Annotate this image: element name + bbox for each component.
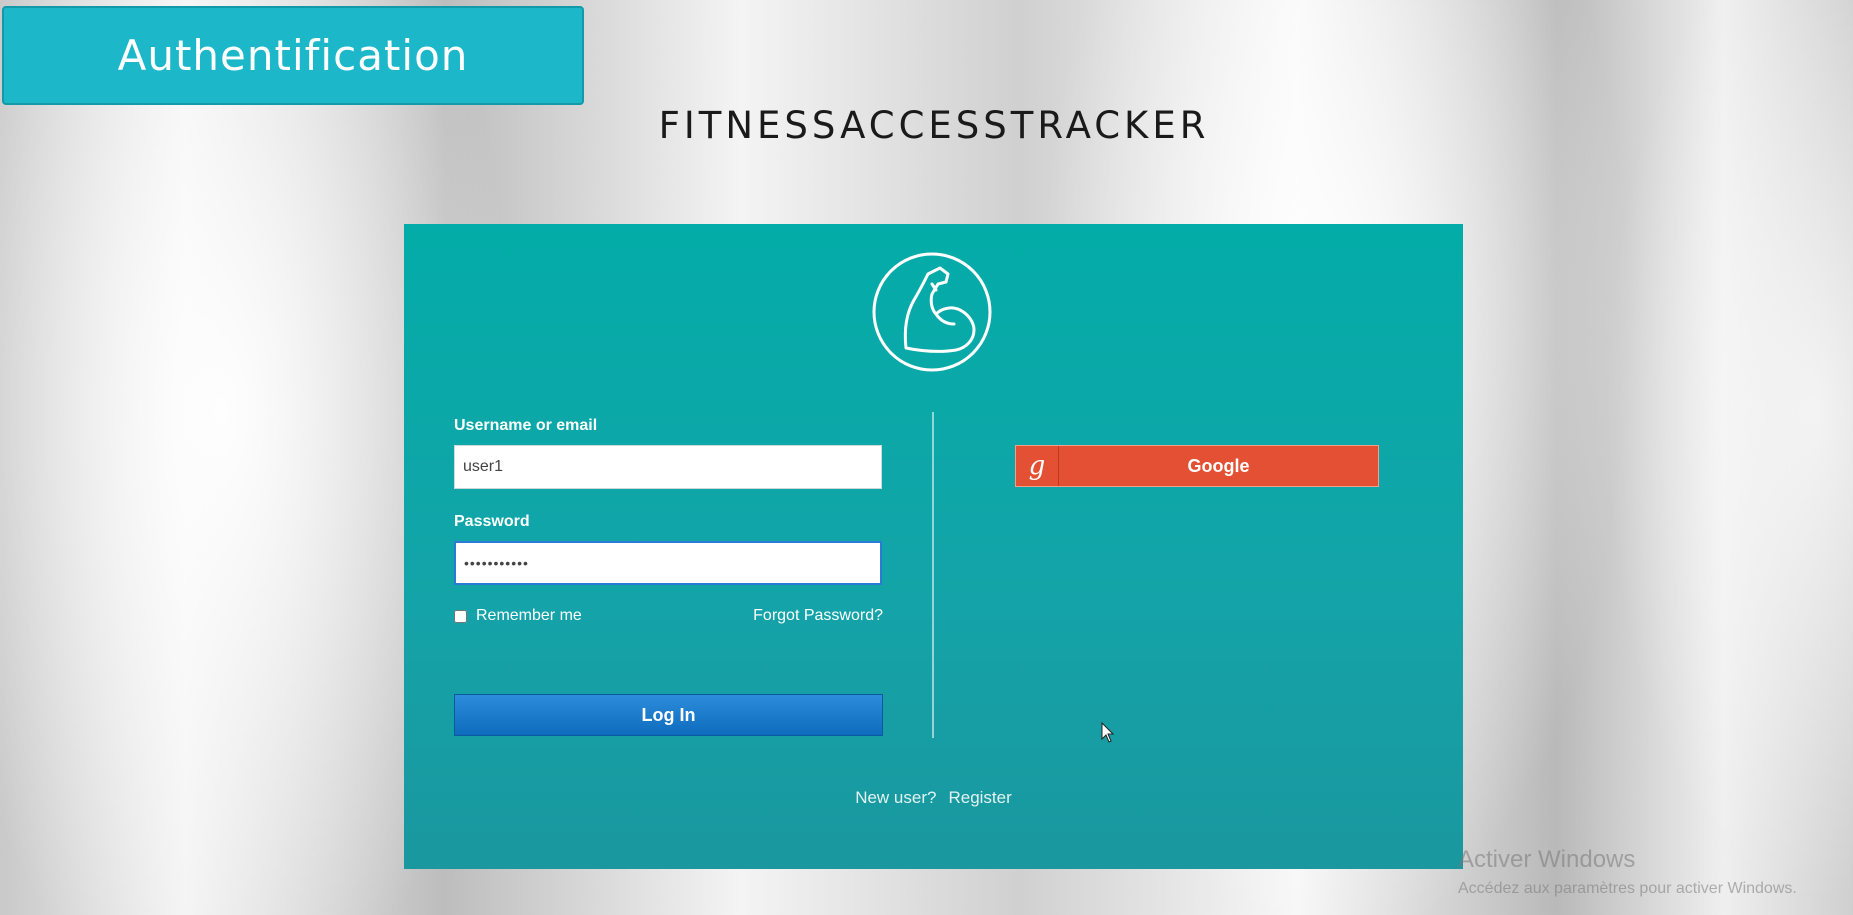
google-login-button[interactable]: g Google (1015, 445, 1379, 487)
watermark-title: Activer Windows (1458, 846, 1636, 873)
password-input[interactable] (454, 541, 882, 585)
password-label: Password (454, 513, 530, 530)
new-user-text: New user? (855, 788, 937, 807)
windows-activation-watermark: Activer Windows Accédez aux paramètres p… (1458, 846, 1797, 898)
vertical-divider (932, 412, 934, 738)
username-input[interactable] (454, 445, 882, 489)
flexed-arm-icon (872, 252, 992, 372)
google-icon: g (1016, 446, 1059, 486)
forgot-password-link[interactable]: Forgot Password? (749, 607, 883, 625)
remember-me-label: Remember me (476, 607, 582, 624)
page-header-badge: Authentification (2, 6, 584, 105)
login-button[interactable]: Log In (454, 694, 883, 736)
page-header-title: Authentification (117, 31, 469, 80)
remember-me-checkbox[interactable] (454, 609, 467, 623)
app-title: FITNESSACCESSTRACKER (658, 104, 1210, 147)
register-line: New user? Register (404, 788, 1463, 808)
username-label: Username or email (454, 417, 598, 434)
login-panel: Username or email Password Remember me F… (404, 224, 1463, 869)
remember-me-option[interactable]: Remember me (454, 607, 582, 625)
mouse-pointer-icon (1101, 722, 1115, 743)
register-link[interactable]: Register (948, 788, 1011, 807)
google-label: Google (1187, 455, 1250, 476)
watermark-subtitle: Accédez aux paramètres pour activer Wind… (1458, 880, 1797, 897)
